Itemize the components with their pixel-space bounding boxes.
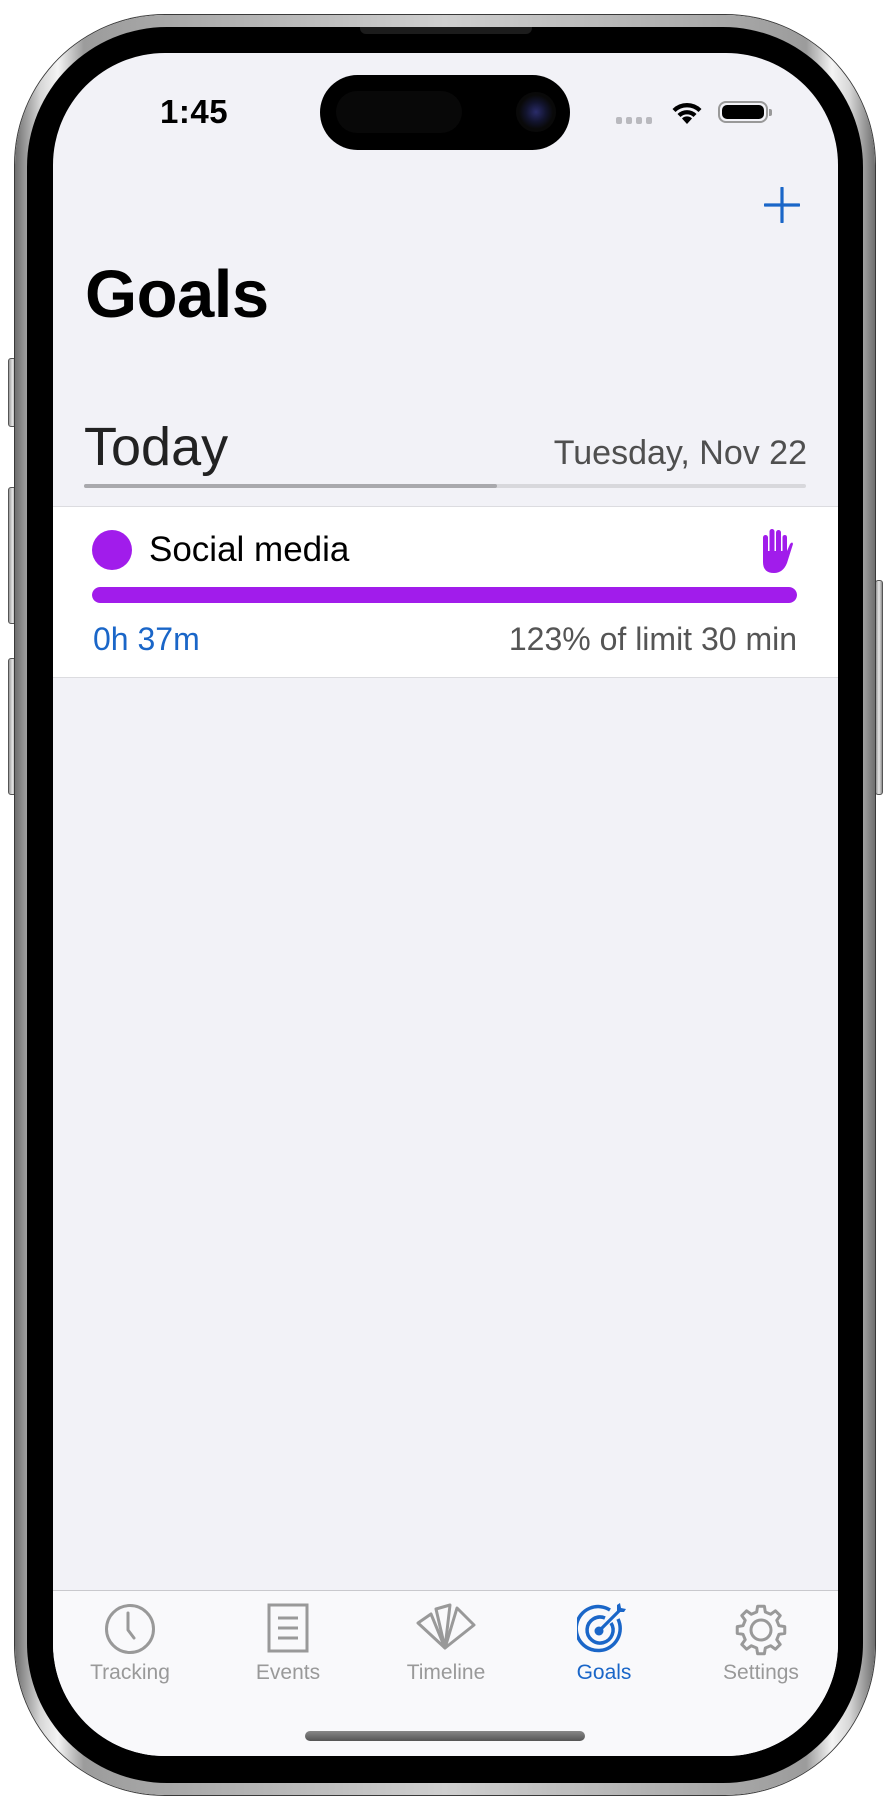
gear-icon — [735, 1604, 787, 1656]
hand-raised-icon[interactable] — [757, 527, 793, 573]
wifi-icon — [672, 102, 702, 124]
tab-label: Settings — [723, 1661, 799, 1684]
speaker-grille — [360, 27, 532, 34]
section-date: Tuesday, Nov 22 — [553, 434, 807, 472]
section-title: Today — [84, 417, 229, 477]
tab-label: Timeline — [406, 1661, 486, 1684]
tab-label: Tracking — [90, 1661, 170, 1684]
goal-progress-fill — [92, 587, 797, 603]
page-title: Goals — [85, 257, 269, 332]
tab-events[interactable]: Events — [218, 1591, 358, 1701]
status-time: 1:45 — [160, 93, 229, 130]
dynamic-island — [320, 75, 570, 150]
goal-row[interactable]: Social media 0h 37m 123% of limit 30 min — [53, 506, 838, 678]
tab-label: Events — [255, 1661, 321, 1684]
front-camera — [516, 92, 556, 132]
clock-icon — [105, 1604, 155, 1654]
goal-name: Social media — [149, 530, 350, 569]
island-sensor — [336, 91, 462, 133]
power-button — [875, 580, 883, 795]
day-progress-track — [84, 484, 806, 488]
target-arrow-icon — [577, 1603, 626, 1653]
tab-settings[interactable]: Settings — [691, 1591, 831, 1701]
add-goal-button[interactable] — [764, 187, 800, 223]
battery-icon — [718, 101, 772, 123]
list-document-icon — [267, 1603, 309, 1653]
goal-progress-track — [92, 587, 797, 603]
screen: 1:45 Goals Today Tuesday, Nov 22 Social … — [53, 53, 838, 1756]
tab-label: Goals — [576, 1661, 632, 1684]
goal-color-dot — [92, 530, 132, 570]
goal-time-spent: 0h 37m — [93, 621, 200, 657]
tab-tracking[interactable]: Tracking — [60, 1591, 200, 1701]
cellular-signal-icon — [616, 117, 652, 124]
home-indicator[interactable] — [305, 1731, 585, 1741]
day-progress-fill — [84, 484, 497, 488]
fan-cards-icon — [416, 1603, 476, 1650]
tab-timeline[interactable]: Timeline — [376, 1591, 516, 1701]
goal-limit-text: 123% of limit 30 min — [508, 621, 797, 657]
tab-goals[interactable]: Goals — [534, 1591, 674, 1701]
